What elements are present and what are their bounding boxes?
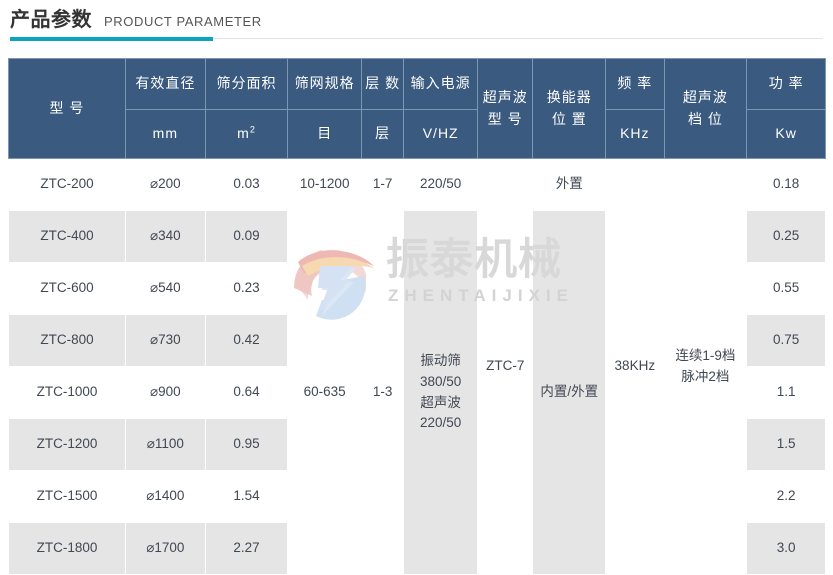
col-header-ultrasonic-model-line1: 超声波 — [479, 87, 531, 109]
cell-power: 1.1 — [747, 367, 826, 419]
col-unit-area-exponent: 2 — [250, 125, 256, 135]
cell-model: ZTC-1000 — [9, 367, 126, 419]
col-header-frequency: 频 率 — [606, 59, 665, 110]
cell-model: ZTC-600 — [9, 263, 126, 315]
col-header-power: 功 率 — [747, 59, 826, 110]
col-header-ultrasonic-model: 超声波 型 号 — [477, 59, 532, 159]
col-unit-layers: 层 — [362, 110, 404, 159]
cell-model: ZTC-800 — [9, 315, 126, 367]
cell-diameter: ⌀1700 — [126, 523, 206, 575]
col-unit-mesh: 目 — [288, 110, 362, 159]
col-header-ultrasonic-gear: 超声波 档 位 — [664, 59, 747, 159]
cell-diameter: ⌀900 — [126, 367, 206, 419]
cell-input-power-line3: 超声波 — [405, 393, 476, 414]
col-header-diameter: 有效直径 — [126, 59, 206, 110]
cell-power: 2.2 — [747, 471, 826, 523]
col-header-ultrasonic-gear-line1: 超声波 — [666, 87, 746, 109]
col-unit-input-power: V/HZ — [404, 110, 478, 159]
cell-ultrasonic-gear: 连续1-9档 脉冲2档 — [664, 159, 747, 575]
cell-area: 1.54 — [205, 471, 288, 523]
col-unit-area-base: m — [237, 125, 250, 141]
cell-diameter: ⌀730 — [126, 315, 206, 367]
cell-model: ZTC-400 — [9, 211, 126, 263]
col-header-transducer-position: 换能器 位 置 — [533, 59, 606, 159]
product-parameter-table: 型 号 有效直径 筛分面积 筛网规格 层 数 输入电源 超声波 型 号 换能器 … — [8, 58, 826, 575]
section-header-row: 产品参数 PRODUCT PARAMETER — [10, 0, 833, 32]
cell-area: 0.23 — [205, 263, 288, 315]
cell-area: 0.95 — [205, 419, 288, 471]
col-header-ultrasonic-model-line2: 型 号 — [479, 109, 531, 131]
col-header-transducer-line1: 换能器 — [534, 87, 604, 109]
cell-diameter: ⌀1400 — [126, 471, 206, 523]
cell-area: 0.03 — [205, 159, 288, 211]
cell-ultrasonic-gear-line1: 连续1-9档 — [666, 346, 746, 367]
col-unit-area: m2 — [205, 110, 288, 159]
cell-area: 0.42 — [205, 315, 288, 367]
col-header-model: 型 号 — [9, 59, 126, 159]
cell-input-power-line2: 380/50 — [405, 372, 476, 393]
page-subtitle: PRODUCT PARAMETER — [104, 0, 262, 38]
cell-power: 0.55 — [747, 263, 826, 315]
cell-layers: 1-3 — [362, 211, 404, 575]
col-header-transducer-line2: 位 置 — [534, 109, 604, 131]
cell-diameter: ⌀1100 — [126, 419, 206, 471]
cell-area: 0.09 — [205, 211, 288, 263]
col-header-area: 筛分面积 — [205, 59, 288, 110]
col-header-layers: 层 数 — [362, 59, 404, 110]
cell-diameter: ⌀540 — [126, 263, 206, 315]
cell-model: ZTC-1500 — [9, 471, 126, 523]
cell-ultrasonic-model: ZTC-7 — [477, 159, 532, 575]
col-unit-power: Kw — [747, 110, 826, 159]
cell-power: 0.18 — [747, 159, 826, 211]
page-title: 产品参数 — [10, 0, 92, 36]
spec-table-container: 型 号 有效直径 筛分面积 筛网规格 层 数 输入电源 超声波 型 号 换能器 … — [8, 58, 826, 575]
cell-power: 0.25 — [747, 211, 826, 263]
cell-input-power-line1: 振动筛 — [405, 351, 476, 372]
cell-power: 3.0 — [747, 523, 826, 575]
cell-input-power: 振动筛 380/50 超声波 220/50 — [404, 211, 478, 575]
cell-transducer-position: 外置 — [533, 159, 606, 211]
col-header-mesh: 筛网规格 — [288, 59, 362, 110]
cell-transducer-position: 内置/外置 — [533, 211, 606, 575]
cell-mesh: 60-635 — [288, 211, 362, 575]
cell-power: 1.5 — [747, 419, 826, 471]
col-header-ultrasonic-gear-line2: 档 位 — [666, 109, 746, 131]
cell-model: ZTC-200 — [9, 159, 126, 211]
table-row: ZTC-200 ⌀200 0.03 10-1200 1-7 220/50 ZTC… — [9, 159, 826, 211]
cell-area: 0.64 — [205, 367, 288, 419]
table-header: 型 号 有效直径 筛分面积 筛网规格 层 数 输入电源 超声波 型 号 换能器 … — [9, 59, 826, 159]
cell-area: 2.27 — [205, 523, 288, 575]
cell-mesh: 10-1200 — [288, 159, 362, 211]
cell-layers: 1-7 — [362, 159, 404, 211]
cell-diameter: ⌀200 — [126, 159, 206, 211]
col-unit-frequency: KHz — [606, 110, 665, 159]
table-body: ZTC-200 ⌀200 0.03 10-1200 1-7 220/50 ZTC… — [9, 159, 826, 575]
table-header-row-1: 型 号 有效直径 筛分面积 筛网规格 层 数 输入电源 超声波 型 号 换能器 … — [9, 59, 826, 110]
col-header-input-power: 输入电源 — [404, 59, 478, 110]
col-unit-diameter: mm — [126, 110, 206, 159]
cell-diameter: ⌀340 — [126, 211, 206, 263]
cell-model: ZTC-1200 — [9, 419, 126, 471]
cell-frequency: 38KHz — [606, 159, 665, 575]
header-accent-bar — [10, 37, 213, 41]
cell-input-power-line4: 220/50 — [405, 413, 476, 434]
cell-model: ZTC-1800 — [9, 523, 126, 575]
cell-ultrasonic-gear-line2: 脉冲2档 — [666, 367, 746, 388]
cell-power: 0.75 — [747, 315, 826, 367]
cell-input-power: 220/50 — [404, 159, 478, 211]
